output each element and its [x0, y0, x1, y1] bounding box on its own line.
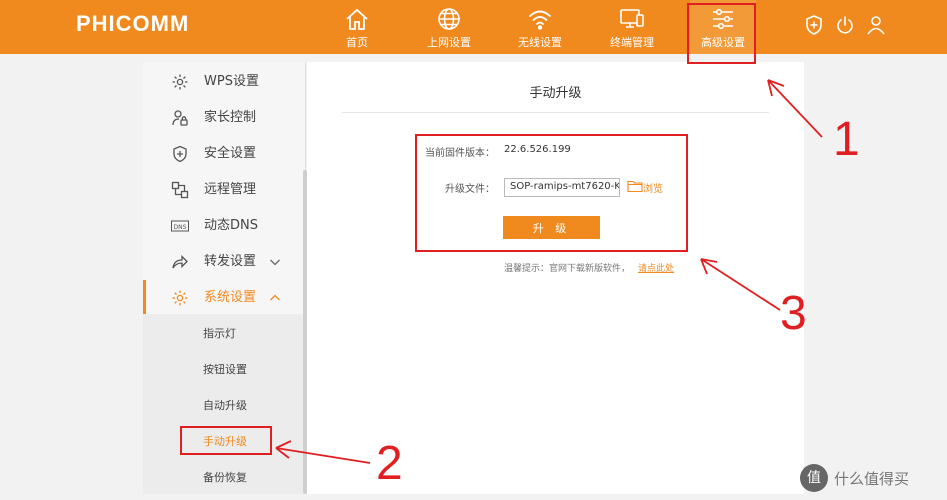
gear-icon [172, 74, 188, 90]
remote-icon [171, 181, 189, 199]
annotation-box-advanced-settings [687, 3, 756, 64]
nav-home[interactable]: 首页 [334, 0, 380, 54]
sidebar-item-label: 转发设置 [204, 254, 257, 269]
nav-home-label: 首页 [346, 36, 368, 49]
nav-device-management[interactable]: 终端管理 [605, 0, 659, 54]
sidebar-item-system-settings[interactable]: 系统设置 [143, 280, 303, 316]
sidebar-item-label: 家长控制 [204, 110, 257, 125]
svg-text:DNS: DNS [174, 224, 187, 231]
watermark-text: 什么值得买 [834, 470, 910, 488]
sidebar-item-label: 系统设置 [204, 290, 257, 305]
sidebar-item-security[interactable]: 安全设置 [143, 136, 303, 172]
annotation-number-3: 3 [780, 287, 807, 340]
tip-text: 温馨提示：官网下载新版软件， [504, 264, 631, 274]
nav-wireless-settings[interactable]: 无线设置 [513, 0, 567, 54]
sidebar-item-parental-control[interactable]: 家长控制 [143, 100, 303, 136]
download-link[interactable]: 请点此处 [638, 261, 674, 274]
chevron-up-icon [270, 294, 280, 301]
system-settings-submenu: 指示灯 按钮设置 自动升级 手动升级 备份恢复 [143, 314, 303, 494]
submenu-item-label: 备份恢复 [203, 471, 247, 484]
wifi-icon [529, 10, 551, 30]
nav-internet-settings[interactable]: 上网设置 [422, 0, 476, 54]
nav-internet-label: 上网设置 [427, 36, 471, 49]
annotation-number-2: 2 [376, 437, 403, 490]
annotation-box-manual-upgrade [180, 426, 272, 455]
nav-wireless-label: 无线设置 [518, 36, 562, 49]
watermark: 值 什么值得买 [800, 460, 947, 500]
sidebar-item-ddns[interactable]: DNS 动态DNS [143, 208, 303, 244]
nav-device-label: 终端管理 [610, 36, 654, 49]
power-icon[interactable] [834, 14, 856, 36]
sidebar-item-label: WPS设置 [204, 74, 259, 89]
top-navigation-bar: PHICOMM 首页 上网设置 无线设置 终端管理 高级设置 [0, 0, 947, 54]
home-icon [346, 8, 368, 30]
sidebar-item-label: 远程管理 [204, 182, 257, 197]
brand-logo: PHICOMM [76, 11, 190, 36]
parental-lock-icon [172, 110, 188, 126]
sidebar-item-wps[interactable]: WPS设置 [143, 64, 303, 100]
globe-icon [438, 8, 460, 30]
page-title: 手动升级 [529, 86, 582, 101]
sidebar-item-remote-management[interactable]: 远程管理 [143, 172, 303, 208]
submenu-item-button-settings[interactable]: 按钮设置 [143, 350, 303, 386]
title-divider [342, 112, 769, 113]
watermark-badge: 值 [800, 464, 828, 492]
submenu-item-label: 自动升级 [203, 399, 247, 412]
sidebar-item-label: 安全设置 [204, 146, 257, 161]
annotation-number-1: 1 [833, 113, 860, 166]
manual-upgrade-panel: 手动升级 当前固件版本： 22.6.526.199 升级文件： SOP-rami… [307, 62, 804, 494]
submenu-item-label: 按钮设置 [203, 363, 247, 376]
submenu-item-indicator-light[interactable]: 指示灯 [143, 314, 303, 350]
submenu-item-auto-upgrade[interactable]: 自动升级 [143, 386, 303, 422]
dns-icon: DNS [171, 220, 189, 232]
submenu-item-label: 指示灯 [203, 327, 236, 340]
forward-icon [172, 254, 188, 269]
gear-icon [172, 290, 188, 306]
annotation-box-upgrade-form [415, 134, 688, 252]
devices-icon [620, 9, 644, 28]
sidebar-item-label: 动态DNS [204, 218, 258, 233]
submenu-item-backup-restore[interactable]: 备份恢复 [143, 458, 303, 494]
user-icon[interactable] [865, 14, 887, 36]
sidebar-item-forwarding[interactable]: 转发设置 [143, 244, 303, 280]
chevron-down-icon [270, 259, 280, 266]
shield-plus-icon [173, 145, 187, 163]
shield-plus-icon[interactable] [803, 14, 825, 36]
